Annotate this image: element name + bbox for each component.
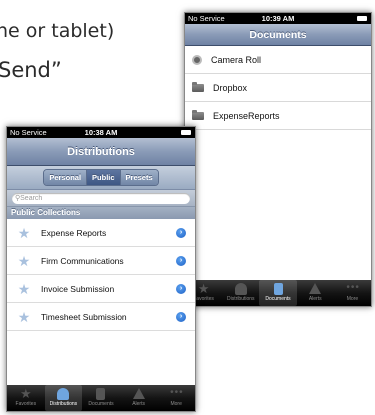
tab-label: More <box>170 401 182 407</box>
list-item-firm-communications[interactable]: ★ Firm Communications › <box>7 247 195 275</box>
folder-icon <box>192 81 204 92</box>
segment-public[interactable]: Public <box>87 170 121 185</box>
status-bar: No Service 10:38 AM <box>7 127 195 138</box>
folder-icon <box>192 109 204 120</box>
distributions-screen: No Service 10:38 AM Distributions Person… <box>6 126 196 412</box>
list-item-dropbox[interactable]: Dropbox <box>185 74 371 102</box>
alert-icon <box>132 388 145 399</box>
list-item-invoice-submission[interactable]: ★ Invoice Submission › <box>7 275 195 303</box>
star-icon[interactable]: ★ <box>7 303 41 331</box>
segment-bar: Personal Public Presets <box>7 166 195 190</box>
collections-list: ★ Expense Reports › ★ Firm Communication… <box>7 219 195 331</box>
tab-label: Favorites <box>193 296 214 302</box>
tab-label: Documents <box>88 401 114 407</box>
alert-icon <box>309 283 322 294</box>
tab-distributions[interactable]: Distributions <box>44 385 83 411</box>
tab-bar: ★ Favorites Distributions Documents Aler… <box>185 280 371 306</box>
star-icon[interactable]: ★ <box>7 275 41 303</box>
tab-documents[interactable]: Documents <box>82 385 120 411</box>
list-item-timesheet-submission[interactable]: ★ Timesheet Submission › <box>7 303 195 331</box>
status-bar: No Service 10:39 AM <box>185 13 371 24</box>
list-item-expense-reports[interactable]: ★ Expense Reports › <box>7 219 195 247</box>
tab-alerts[interactable]: Alerts <box>297 280 334 306</box>
tab-label: Favorites <box>15 401 37 407</box>
clock: 10:38 AM <box>84 128 118 137</box>
search-input[interactable]: ⚲Search <box>12 193 190 204</box>
more-icon: ••• <box>346 282 360 293</box>
document-text-line-2: Send” <box>0 58 62 82</box>
list-item-label: Invoice Submission <box>41 283 115 294</box>
list-item-label: Expense Reports <box>41 227 107 238</box>
tab-documents[interactable]: Documents <box>259 280 297 306</box>
star-icon[interactable]: ★ <box>7 219 41 247</box>
list-item-label: Firm Communications <box>41 255 124 266</box>
documents-icon <box>96 388 106 400</box>
list-item-camera-roll[interactable]: Camera Roll <box>185 46 371 74</box>
clock: 10:39 AM <box>261 14 295 23</box>
tab-label: More <box>346 296 359 302</box>
search-bar: ⚲Search <box>7 190 195 207</box>
tab-label: Distributions <box>227 296 255 302</box>
tab-bar: ★ Favorites Distributions Documents Aler… <box>7 385 195 411</box>
star-icon: ★ <box>19 386 32 401</box>
disclosure-icon[interactable]: › <box>176 228 186 238</box>
people-icon <box>57 388 70 400</box>
search-placeholder: Search <box>20 195 43 202</box>
tab-label: Distributions <box>49 401 78 407</box>
disclosure-icon[interactable]: › <box>176 312 186 322</box>
documents-list: Camera Roll Dropbox ExpenseReports <box>185 46 371 130</box>
camera-icon <box>192 54 202 65</box>
nav-title: Distributions <box>7 138 195 166</box>
documents-screen: No Service 10:39 AM Documents Camera Rol… <box>184 12 372 307</box>
nav-title: Documents <box>185 24 371 46</box>
tab-label: Alerts <box>308 296 322 302</box>
star-icon[interactable]: ★ <box>7 247 41 275</box>
section-header: Public Collections <box>7 207 195 219</box>
documents-icon <box>273 283 283 295</box>
battery-icon <box>357 16 367 21</box>
tab-label: Alerts <box>132 401 145 407</box>
list-item-label: ExpenseReports <box>213 110 280 121</box>
segment-personal[interactable]: Personal <box>44 170 88 185</box>
disclosure-icon[interactable]: › <box>176 284 186 294</box>
list-item-label: Timesheet Submission <box>41 311 127 322</box>
tab-more[interactable]: ••• More <box>334 280 371 306</box>
tab-favorites[interactable]: ★ Favorites <box>7 385 45 411</box>
disclosure-icon[interactable]: › <box>176 256 186 266</box>
tab-distributions[interactable]: Distributions <box>222 280 259 306</box>
tab-more[interactable]: ••• More <box>157 385 195 411</box>
tab-label: Documents <box>265 296 291 302</box>
more-icon: ••• <box>170 387 184 398</box>
segmented-control: Personal Public Presets <box>43 169 159 186</box>
tab-alerts[interactable]: Alerts <box>120 385 158 411</box>
battery-icon <box>181 130 191 135</box>
segment-presets[interactable]: Presets <box>120 170 158 185</box>
document-text-line-1: ne or tablet) <box>0 20 115 42</box>
people-icon <box>234 283 247 295</box>
list-item-label: Dropbox <box>213 82 248 93</box>
list-item-label: Camera Roll <box>211 54 262 65</box>
list-item-expensereports[interactable]: ExpenseReports <box>185 102 371 130</box>
